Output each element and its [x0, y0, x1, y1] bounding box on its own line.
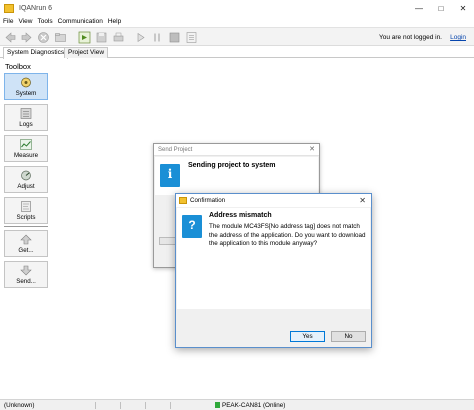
dialog-heading: Address mismatch [209, 212, 272, 219]
tool-system[interactable]: System [4, 73, 48, 100]
maximize-button[interactable]: □ [430, 0, 452, 16]
login-link[interactable]: Login [450, 34, 466, 41]
tab-system-diagnostics[interactable]: System Diagnostics [3, 47, 69, 59]
tool-scripts[interactable]: Scripts [4, 197, 48, 224]
tool-label: Get... [18, 247, 34, 254]
play-icon[interactable] [134, 31, 147, 44]
dialog-title: Confirmation [190, 197, 226, 204]
close-icon[interactable]: ✕ [309, 145, 315, 153]
status-separator [145, 402, 146, 409]
step-icon[interactable] [151, 31, 164, 44]
tool-label: Measure [13, 152, 39, 159]
no-button[interactable]: No [331, 331, 366, 342]
info-icon: i [160, 164, 180, 187]
minimize-button[interactable]: — [408, 0, 430, 16]
confirmation-dialog: Confirmation ✕ ? Address mismatch The mo… [175, 193, 372, 348]
toolbar: You are not logged in. Login [0, 27, 474, 46]
tab-project-view[interactable]: Project View [64, 47, 109, 58]
tool-label: System [15, 90, 37, 97]
app-logo-icon [4, 3, 14, 13]
dialog-title-bar: Confirmation ✕ [176, 194, 371, 207]
tool-label: Send... [16, 278, 36, 285]
tool-label: Logs [19, 121, 33, 128]
status-bar: (Unknown) PEAK-CAN81 (Online) [0, 399, 474, 410]
close-icon[interactable]: ✕ [359, 194, 366, 207]
dialog-heading: Sending project to system [188, 162, 276, 169]
menu-tools[interactable]: Tools [37, 18, 52, 25]
close-button[interactable]: ✕ [452, 0, 474, 16]
adjust-icon [20, 170, 32, 181]
connection-label: PEAK-CAN81 (Online) [222, 402, 286, 409]
window-title: IQANrun 6 [19, 4, 53, 12]
status-separator [95, 402, 96, 409]
window-controls: — □ ✕ [408, 0, 474, 16]
record-icon[interactable] [168, 31, 181, 44]
back-arrow-icon[interactable] [4, 31, 17, 44]
scripts-icon [20, 201, 32, 212]
logs-icon [20, 108, 32, 119]
tool-adjust[interactable]: Adjust [4, 166, 48, 193]
menu-communication[interactable]: Communication [58, 18, 103, 25]
toolbox-title: Toolbox [5, 62, 31, 71]
tool-logs[interactable]: Logs [4, 104, 48, 131]
tool-label: Scripts [16, 214, 36, 221]
dialog-message: The module MC43FS[No address tag] does n… [209, 223, 366, 247]
stop-icon[interactable] [37, 31, 50, 44]
print-icon[interactable] [112, 31, 125, 44]
toolbox-divider [4, 226, 48, 227]
menu-help[interactable]: Help [108, 18, 121, 25]
system-icon [20, 77, 32, 88]
send-project-icon[interactable] [78, 31, 91, 44]
report-icon[interactable] [185, 31, 198, 44]
dialog-title: Send Project [154, 144, 319, 156]
app-logo-icon [179, 197, 187, 204]
dialog-body: i Sending project to system [155, 157, 318, 195]
save-icon[interactable] [95, 31, 108, 44]
tool-get[interactable]: Get... [4, 230, 48, 257]
get-arrow-icon [20, 234, 32, 245]
view-tabs: System Diagnostics Project View [0, 47, 474, 59]
question-icon: ? [182, 215, 202, 238]
send-arrow-icon [20, 265, 32, 276]
online-indicator-icon [215, 402, 220, 408]
dialog-body: ? Address mismatch The module MC43FS[No … [177, 208, 370, 309]
yes-button[interactable]: Yes [290, 331, 325, 342]
system-status: (Unknown) [4, 402, 35, 409]
connection-status: PEAK-CAN81 (Online) [215, 402, 285, 409]
menu-bar: File View Tools Communication Help [0, 16, 474, 26]
tool-label: Adjust [17, 183, 35, 190]
login-status-text: You are not logged in. [378, 34, 442, 41]
status-separator [120, 402, 121, 409]
tool-send[interactable]: Send... [4, 261, 48, 288]
status-separator [170, 402, 171, 409]
tool-measure[interactable]: Measure [4, 135, 48, 162]
open-folder-icon[interactable] [54, 31, 67, 44]
menu-file[interactable]: File [3, 18, 13, 25]
title-bar: IQANrun 6 — □ ✕ [0, 0, 474, 16]
menu-view[interactable]: View [18, 18, 32, 25]
measure-icon [20, 139, 32, 150]
forward-arrow-icon[interactable] [20, 31, 33, 44]
